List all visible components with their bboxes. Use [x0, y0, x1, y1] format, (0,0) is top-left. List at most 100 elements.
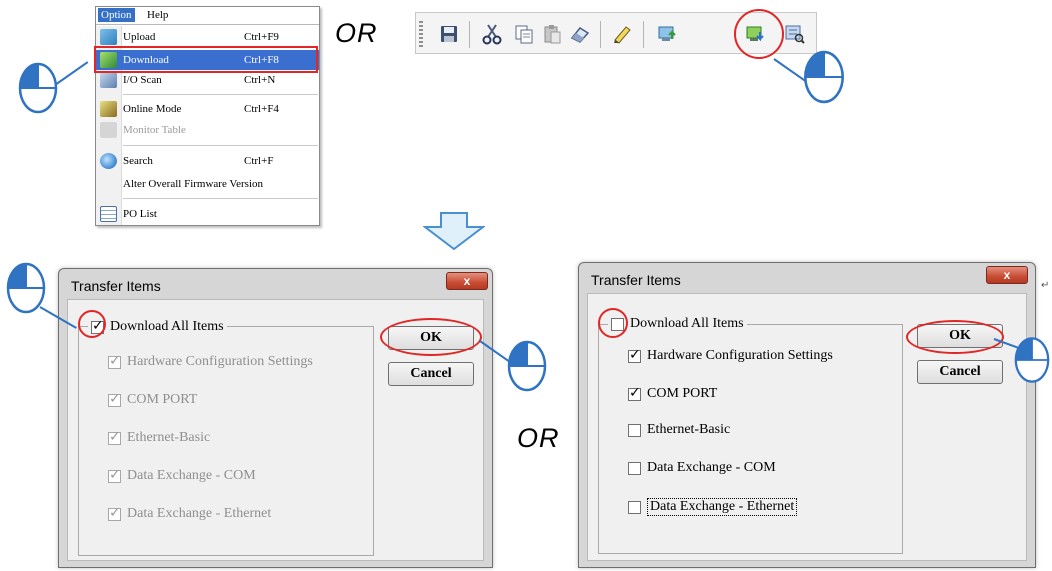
or-label: OR [335, 18, 378, 48]
transfer-items-dialog-left: Transfer Items x Download All Items Hard… [58, 268, 493, 568]
menu-item-search[interactable]: Search Ctrl+F [96, 151, 319, 171]
option-label: Hardware Configuration Settings [127, 354, 313, 369]
option-label: Ethernet-Basic [127, 430, 211, 445]
checkbox[interactable] [628, 385, 641, 401]
po-list-icon [100, 206, 117, 222]
menu-separator [123, 145, 318, 146]
mouse-click-icon [1014, 337, 1050, 383]
io-scan-icon [100, 72, 117, 88]
option-label: COM PORT [127, 392, 198, 407]
checkbox [108, 505, 121, 521]
option-com-port[interactable]: COM PORT [628, 385, 718, 402]
mouse-click-icon [804, 50, 844, 104]
checkbox-highlight [78, 310, 106, 338]
mouse-click-icon [18, 62, 58, 114]
toolbar-separator [469, 21, 470, 48]
down-arrow-icon [423, 212, 485, 250]
search-icon [100, 153, 117, 169]
menu-item-label: Monitor Table [123, 124, 186, 136]
checkbox [108, 353, 121, 369]
online-mode-icon [100, 101, 117, 117]
menu-item-shortcut: Ctrl+F4 [244, 103, 279, 115]
download-all-items-checkbox[interactable]: Download All Items [608, 314, 747, 334]
checkbox[interactable] [628, 461, 641, 475]
checkbox[interactable] [628, 423, 641, 437]
menu-option[interactable]: Option [98, 8, 135, 22]
menu-item-label: PO List [123, 208, 157, 220]
option-data-exchange-com: Data Exchange - COM [108, 467, 256, 484]
menu-item-shortcut: Ctrl+F [244, 155, 274, 167]
option-data-exchange-ethernet[interactable]: Data Exchange - Ethernet [628, 498, 798, 516]
menu-item-online-mode[interactable]: Online Mode Ctrl+F4 [96, 99, 319, 119]
checkbox [108, 391, 121, 407]
option-label: Data Exchange - Ethernet [127, 506, 272, 521]
toolbar-separator [643, 21, 644, 48]
menu-item-shortcut: Ctrl+N [244, 74, 276, 86]
menu-separator [123, 198, 318, 199]
download-all-items-label: Download All Items [110, 319, 224, 334]
copy-icon[interactable] [512, 22, 536, 46]
mouse-click-icon [507, 340, 547, 392]
menu-item-io-scan[interactable]: I/O Scan Ctrl+N [96, 70, 319, 90]
menu-help[interactable]: Help [144, 8, 171, 22]
checkbox [108, 429, 121, 445]
paste-icon[interactable] [540, 22, 564, 46]
or-label: OR [517, 423, 560, 453]
cancel-button[interactable]: Cancel [388, 362, 474, 386]
download-all-items-checkbox[interactable]: Download All Items [88, 317, 227, 337]
cancel-label: Cancel [410, 366, 452, 381]
cancel-label: Cancel [939, 364, 981, 379]
menu-item-label: I/O Scan [123, 74, 162, 86]
menu-item-upload[interactable]: Upload Ctrl+F9 [96, 27, 319, 47]
return-mark: ↵ [1041, 280, 1050, 291]
dialog-title: Transfer Items [591, 272, 681, 288]
option-hardware-config[interactable]: Hardware Configuration Settings [628, 347, 833, 364]
pointer-line [54, 61, 89, 86]
io-scan-icon[interactable] [783, 22, 807, 46]
option-label: Data Exchange - Ethernet [647, 498, 798, 516]
ok-button-highlight [380, 318, 482, 356]
menu-item-monitor-table: Monitor Table [96, 120, 319, 140]
menu-bar: Option Help [96, 7, 319, 25]
option-hardware-config: Hardware Configuration Settings [108, 353, 313, 370]
checkbox[interactable] [628, 347, 641, 363]
menu-item-shortcut: Ctrl+F9 [244, 31, 279, 43]
checkbox [108, 467, 121, 483]
menu-item-label: Search [123, 155, 153, 167]
checkbox-highlight [598, 308, 628, 338]
option-menu: Option Help Upload Ctrl+F9 Download Ctrl… [95, 6, 320, 226]
option-label: Hardware Configuration Settings [647, 348, 833, 363]
toolbar-grip[interactable] [419, 21, 423, 47]
option-data-exchange-com[interactable]: Data Exchange - COM [628, 460, 776, 476]
option-data-exchange-ethernet: Data Exchange - Ethernet [108, 505, 272, 522]
download-icon-highlight [734, 9, 784, 59]
toolbar-separator [600, 21, 601, 48]
menu-item-alter-firmware[interactable]: Alter Overall Firmware Version [96, 174, 319, 194]
menu-item-label: Upload [123, 31, 156, 43]
save-icon[interactable] [437, 22, 461, 46]
menu-separator [123, 94, 318, 95]
download-highlight-box [94, 46, 318, 73]
menu-item-label: Alter Overall Firmware Version [123, 178, 264, 190]
close-icon[interactable]: x [986, 266, 1028, 284]
upload-icon[interactable] [656, 22, 680, 46]
menu-item-label: Online Mode [123, 103, 182, 115]
eraser-icon[interactable] [568, 22, 592, 46]
online-mode-icon[interactable] [611, 22, 635, 46]
close-icon[interactable]: x [446, 272, 488, 290]
dialog-title: Transfer Items [71, 278, 161, 294]
option-ethernet-basic[interactable]: Ethernet-Basic [628, 422, 730, 438]
option-label: Ethernet-Basic [647, 422, 731, 437]
option-ethernet-basic: Ethernet-Basic [108, 429, 211, 446]
download-all-items-label: Download All Items [630, 316, 744, 331]
option-com-port: COM PORT [108, 391, 198, 408]
cut-icon[interactable] [480, 22, 504, 46]
option-label: COM PORT [647, 386, 718, 401]
option-label: Data Exchange - COM [127, 468, 256, 483]
cancel-button[interactable]: Cancel [917, 360, 1003, 384]
transfer-items-dialog-right: Transfer Items x Download All Items Hard… [578, 262, 1036, 568]
upload-icon [100, 29, 117, 45]
menu-item-po-list[interactable]: PO List [96, 204, 319, 224]
option-label: Data Exchange - COM [647, 460, 776, 475]
checkbox[interactable] [628, 500, 641, 514]
